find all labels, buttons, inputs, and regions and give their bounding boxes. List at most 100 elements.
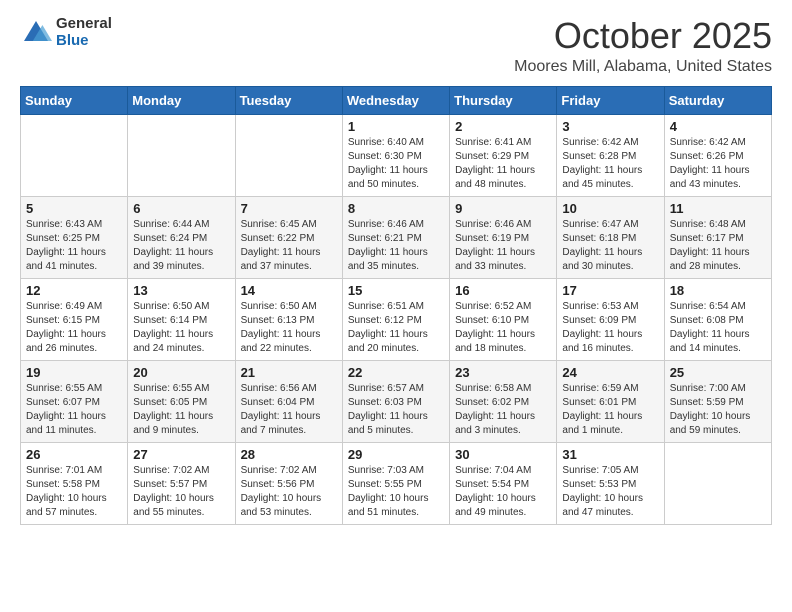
day-number: 8 xyxy=(348,201,444,216)
day-info: Sunrise: 6:45 AM Sunset: 6:22 PM Dayligh… xyxy=(241,218,337,274)
logo-text: General Blue xyxy=(56,16,112,49)
day-info: Sunrise: 6:42 AM Sunset: 6:26 PM Dayligh… xyxy=(670,136,766,192)
calendar-week-row: 5 Sunrise: 6:43 AM Sunset: 6:25 PM Daylig… xyxy=(21,196,772,278)
calendar-table: SundayMondayTuesdayWednesdayThursdayFrid… xyxy=(20,86,772,525)
logo-icon xyxy=(20,17,52,49)
day-info: Sunrise: 6:47 AM Sunset: 6:18 PM Dayligh… xyxy=(562,218,658,274)
calendar-cell: 14 Sunrise: 6:50 AM Sunset: 6:13 PM Dayli… xyxy=(235,278,342,360)
weekday-header-friday: Friday xyxy=(557,86,664,114)
calendar-cell: 6 Sunrise: 6:44 AM Sunset: 6:24 PM Daylig… xyxy=(128,196,235,278)
day-number: 21 xyxy=(241,365,337,380)
day-number: 17 xyxy=(562,283,658,298)
calendar-cell: 9 Sunrise: 6:46 AM Sunset: 6:19 PM Daylig… xyxy=(450,196,557,278)
day-number: 29 xyxy=(348,447,444,462)
calendar-cell: 26Sunrise: 7:01 AM Sunset: 5:58 PM Dayli… xyxy=(21,442,128,524)
location: Moores Mill, Alabama, United States xyxy=(514,58,772,76)
title-block: October 2025 Moores Mill, Alabama, Unite… xyxy=(514,16,772,76)
calendar-cell: 13 Sunrise: 6:50 AM Sunset: 6:14 PM Dayli… xyxy=(128,278,235,360)
calendar-cell: 19 Sunrise: 6:55 AM Sunset: 6:07 PM Dayli… xyxy=(21,360,128,442)
calendar-week-row: 19 Sunrise: 6:55 AM Sunset: 6:07 PM Dayli… xyxy=(21,360,772,442)
day-info: Sunrise: 6:42 AM Sunset: 6:28 PM Dayligh… xyxy=(562,136,658,192)
day-info: Sunrise: 6:55 AM Sunset: 6:07 PM Dayligh… xyxy=(26,382,122,438)
day-number: 15 xyxy=(348,283,444,298)
month-title: October 2025 xyxy=(514,16,772,56)
day-number: 31 xyxy=(562,447,658,462)
day-info: Sunrise: 7:02 AM Sunset: 5:57 PM Dayligh… xyxy=(133,464,229,520)
day-info: Sunrise: 6:49 AM Sunset: 6:15 PM Dayligh… xyxy=(26,300,122,356)
day-info: Sunrise: 6:43 AM Sunset: 6:25 PM Dayligh… xyxy=(26,218,122,274)
day-info: Sunrise: 6:41 AM Sunset: 6:29 PM Dayligh… xyxy=(455,136,551,192)
calendar-cell: 5 Sunrise: 6:43 AM Sunset: 6:25 PM Daylig… xyxy=(21,196,128,278)
calendar-cell: 2 Sunrise: 6:41 AM Sunset: 6:29 PM Daylig… xyxy=(450,114,557,196)
day-number: 19 xyxy=(26,365,122,380)
header: General Blue October 2025 Moores Mill, A… xyxy=(20,16,772,76)
calendar-cell: 11Sunrise: 6:48 AM Sunset: 6:17 PM Dayli… xyxy=(664,196,771,278)
day-info: Sunrise: 6:52 AM Sunset: 6:10 PM Dayligh… xyxy=(455,300,551,356)
weekday-header-saturday: Saturday xyxy=(664,86,771,114)
logo-general-label: General xyxy=(56,16,112,33)
day-info: Sunrise: 6:57 AM Sunset: 6:03 PM Dayligh… xyxy=(348,382,444,438)
calendar-week-row: 1Sunrise: 6:40 AM Sunset: 6:30 PM Daylig… xyxy=(21,114,772,196)
weekday-header-sunday: Sunday xyxy=(21,86,128,114)
calendar-cell: 17 Sunrise: 6:53 AM Sunset: 6:09 PM Dayli… xyxy=(557,278,664,360)
day-number: 7 xyxy=(241,201,337,216)
weekday-header-wednesday: Wednesday xyxy=(342,86,449,114)
calendar-cell: 21Sunrise: 6:56 AM Sunset: 6:04 PM Dayli… xyxy=(235,360,342,442)
calendar-cell xyxy=(21,114,128,196)
day-info: Sunrise: 6:40 AM Sunset: 6:30 PM Dayligh… xyxy=(348,136,444,192)
day-number: 24 xyxy=(562,365,658,380)
day-number: 20 xyxy=(133,365,229,380)
calendar-cell: 22 Sunrise: 6:57 AM Sunset: 6:03 PM Dayli… xyxy=(342,360,449,442)
day-info: Sunrise: 6:50 AM Sunset: 6:14 PM Dayligh… xyxy=(133,300,229,356)
day-number: 6 xyxy=(133,201,229,216)
calendar-cell xyxy=(664,442,771,524)
calendar-cell: 1Sunrise: 6:40 AM Sunset: 6:30 PM Daylig… xyxy=(342,114,449,196)
calendar-cell: 15 Sunrise: 6:51 AM Sunset: 6:12 PM Dayli… xyxy=(342,278,449,360)
day-number: 22 xyxy=(348,365,444,380)
calendar-cell: 30Sunrise: 7:04 AM Sunset: 5:54 PM Dayli… xyxy=(450,442,557,524)
day-number: 2 xyxy=(455,119,551,134)
day-number: 25 xyxy=(670,365,766,380)
page-container: General Blue October 2025 Moores Mill, A… xyxy=(0,0,792,535)
day-number: 27 xyxy=(133,447,229,462)
day-info: Sunrise: 6:46 AM Sunset: 6:19 PM Dayligh… xyxy=(455,218,551,274)
day-info: Sunrise: 6:46 AM Sunset: 6:21 PM Dayligh… xyxy=(348,218,444,274)
calendar-cell: 31 Sunrise: 7:05 AM Sunset: 5:53 PM Dayli… xyxy=(557,442,664,524)
day-number: 28 xyxy=(241,447,337,462)
weekday-header-monday: Monday xyxy=(128,86,235,114)
day-info: Sunrise: 6:59 AM Sunset: 6:01 PM Dayligh… xyxy=(562,382,658,438)
calendar-cell: 29 Sunrise: 7:03 AM Sunset: 5:55 PM Dayli… xyxy=(342,442,449,524)
day-number: 14 xyxy=(241,283,337,298)
calendar-cell xyxy=(128,114,235,196)
day-info: Sunrise: 7:03 AM Sunset: 5:55 PM Dayligh… xyxy=(348,464,444,520)
calendar-cell: 24 Sunrise: 6:59 AM Sunset: 6:01 PM Dayli… xyxy=(557,360,664,442)
day-number: 11 xyxy=(670,201,766,216)
logo: General Blue xyxy=(20,16,112,49)
calendar-cell: 16 Sunrise: 6:52 AM Sunset: 6:10 PM Dayli… xyxy=(450,278,557,360)
day-number: 10 xyxy=(562,201,658,216)
day-number: 5 xyxy=(26,201,122,216)
day-info: Sunrise: 6:44 AM Sunset: 6:24 PM Dayligh… xyxy=(133,218,229,274)
day-number: 16 xyxy=(455,283,551,298)
day-info: Sunrise: 7:04 AM Sunset: 5:54 PM Dayligh… xyxy=(455,464,551,520)
calendar-cell: 10 Sunrise: 6:47 AM Sunset: 6:18 PM Dayli… xyxy=(557,196,664,278)
calendar-cell: 12 Sunrise: 6:49 AM Sunset: 6:15 PM Dayli… xyxy=(21,278,128,360)
day-info: Sunrise: 7:05 AM Sunset: 5:53 PM Dayligh… xyxy=(562,464,658,520)
day-info: Sunrise: 6:50 AM Sunset: 6:13 PM Dayligh… xyxy=(241,300,337,356)
day-number: 9 xyxy=(455,201,551,216)
day-info: Sunrise: 6:58 AM Sunset: 6:02 PM Dayligh… xyxy=(455,382,551,438)
day-info: Sunrise: 6:51 AM Sunset: 6:12 PM Dayligh… xyxy=(348,300,444,356)
day-info: Sunrise: 6:53 AM Sunset: 6:09 PM Dayligh… xyxy=(562,300,658,356)
day-info: Sunrise: 6:54 AM Sunset: 6:08 PM Dayligh… xyxy=(670,300,766,356)
weekday-header-tuesday: Tuesday xyxy=(235,86,342,114)
day-number: 12 xyxy=(26,283,122,298)
day-number: 4 xyxy=(670,119,766,134)
calendar-cell xyxy=(235,114,342,196)
day-number: 13 xyxy=(133,283,229,298)
day-info: Sunrise: 7:02 AM Sunset: 5:56 PM Dayligh… xyxy=(241,464,337,520)
weekday-header-row: SundayMondayTuesdayWednesdayThursdayFrid… xyxy=(21,86,772,114)
calendar-week-row: 12 Sunrise: 6:49 AM Sunset: 6:15 PM Dayli… xyxy=(21,278,772,360)
day-info: Sunrise: 7:01 AM Sunset: 5:58 PM Dayligh… xyxy=(26,464,122,520)
calendar-cell: 7 Sunrise: 6:45 AM Sunset: 6:22 PM Daylig… xyxy=(235,196,342,278)
calendar-cell: 8 Sunrise: 6:46 AM Sunset: 6:21 PM Daylig… xyxy=(342,196,449,278)
